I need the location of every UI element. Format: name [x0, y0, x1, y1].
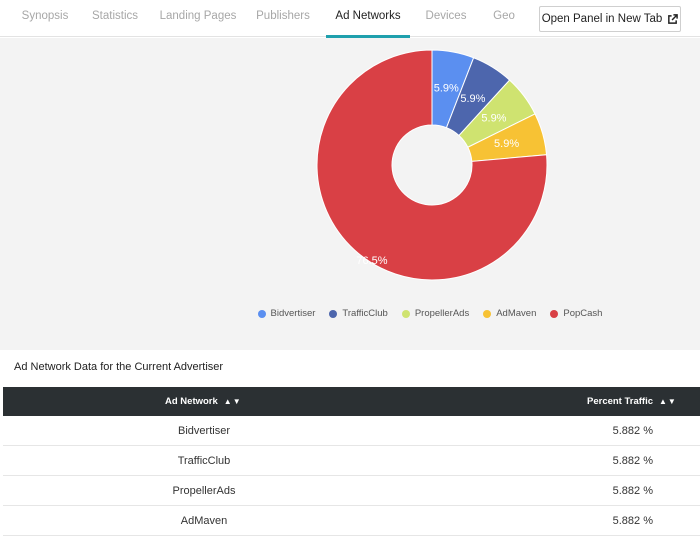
- table-row: Bidvertiser 5.882 %: [3, 416, 700, 446]
- sort-icon[interactable]: ▲▼: [224, 387, 242, 416]
- column-header-label: Ad Network: [165, 396, 218, 407]
- table-body: Bidvertiser 5.882 % TrafficClub 5.882 % Prop…: [3, 416, 700, 536]
- ad-network-cell: TrafficClub: [177, 455, 231, 467]
- column-header-ad-network[interactable]: Ad Network ▲▼: [165, 387, 242, 416]
- ad-network-table: Ad Network ▲▼ Percent Traffic ▲▼ Bidvert…: [3, 387, 700, 536]
- slice-label: 5.9%: [434, 83, 459, 95]
- ad-network-cell: AdMaven: [180, 515, 228, 527]
- legend-item-popcash[interactable]: PopCash: [550, 308, 602, 319]
- legend-item-admaven[interactable]: AdMaven: [483, 308, 536, 319]
- tab-label: Publishers: [256, 10, 310, 22]
- slice-label: 5.9%: [460, 93, 485, 105]
- tab-label: Devices: [425, 10, 467, 22]
- tab-geo[interactable]: Geo: [486, 0, 522, 37]
- tab-landing-pages[interactable]: Landing Pages: [158, 0, 238, 37]
- legend-dot: [483, 309, 492, 318]
- column-header-label: Percent Traffic: [587, 396, 653, 407]
- tab-publishers[interactable]: Publishers: [250, 0, 316, 37]
- legend-dot: [329, 309, 338, 318]
- legend-dot: [401, 309, 410, 318]
- legend-dot: [257, 309, 266, 318]
- sort-icon[interactable]: ▲▼: [659, 387, 677, 416]
- legend-label: Bidvertiser: [270, 308, 316, 319]
- tab-label: Ad Networks: [335, 10, 401, 22]
- tab-synopsis[interactable]: Synopsis: [14, 0, 76, 37]
- slice-label: 5.9%: [494, 138, 519, 150]
- tab-ad-networks[interactable]: Ad Networks: [326, 0, 410, 38]
- ad-network-cell: PropellerAds: [172, 485, 236, 497]
- donut-chart: 5.9%5.9%5.9%5.9%76.5%: [316, 49, 548, 281]
- table-row: PropellerAds 5.882 %: [3, 476, 700, 506]
- legend-label: PopCash: [563, 308, 603, 319]
- tab-label: Synopsis: [21, 10, 69, 22]
- legend-item-propellerads[interactable]: PropellerAds: [401, 308, 470, 319]
- tab-statistics[interactable]: Statistics: [85, 0, 145, 37]
- table-title: Ad Network Data for the Current Advertis…: [14, 361, 224, 373]
- open-panel-label: Open Panel in New Tab: [541, 13, 663, 25]
- legend-label: AdMaven: [496, 308, 537, 319]
- ad-network-cell: Bidvertiser: [178, 425, 230, 437]
- tab-label: Geo: [493, 10, 515, 22]
- percent-traffic-cell: 5.882 %: [612, 515, 653, 527]
- tab-bar: Synopsis Statistics Landing Pages Publis…: [0, 0, 700, 38]
- table-header: Ad Network ▲▼ Percent Traffic ▲▼: [3, 387, 700, 416]
- slice-label: 76.5%: [356, 255, 387, 267]
- table-row: TrafficClub 5.882 %: [3, 446, 700, 476]
- legend-label: PropellerAds: [414, 308, 470, 319]
- legend-label: TrafficClub: [342, 308, 388, 319]
- column-header-percent-traffic[interactable]: Percent Traffic ▲▼: [587, 387, 677, 416]
- tab-label: Landing Pages: [159, 10, 237, 22]
- legend-item-trafficclub[interactable]: TrafficClub: [329, 308, 388, 319]
- legend-dot: [550, 309, 559, 318]
- open-panel-new-tab-button[interactable]: Open Panel in New Tab: [539, 6, 681, 32]
- table-row: AdMaven 5.882 %: [3, 506, 700, 536]
- external-link-icon: [668, 13, 679, 24]
- tab-devices[interactable]: Devices: [420, 0, 472, 37]
- tab-label: Statistics: [91, 10, 138, 22]
- percent-traffic-cell: 5.882 %: [612, 485, 653, 497]
- percent-traffic-cell: 5.882 %: [612, 455, 653, 467]
- legend-item-bidvertiser[interactable]: Bidvertiser: [257, 308, 316, 319]
- chart-legend: Bidvertiser TrafficClub PropellerAds AdMave…: [0, 308, 700, 319]
- ad-network-chart-panel: 5.9% 5.9% 5.9% 5.9% 76.5% Bidvertiser Traffic…: [0, 38, 700, 350]
- percent-traffic-cell: 5.882 %: [612, 425, 653, 437]
- slice-label: 5.9%: [481, 112, 506, 124]
